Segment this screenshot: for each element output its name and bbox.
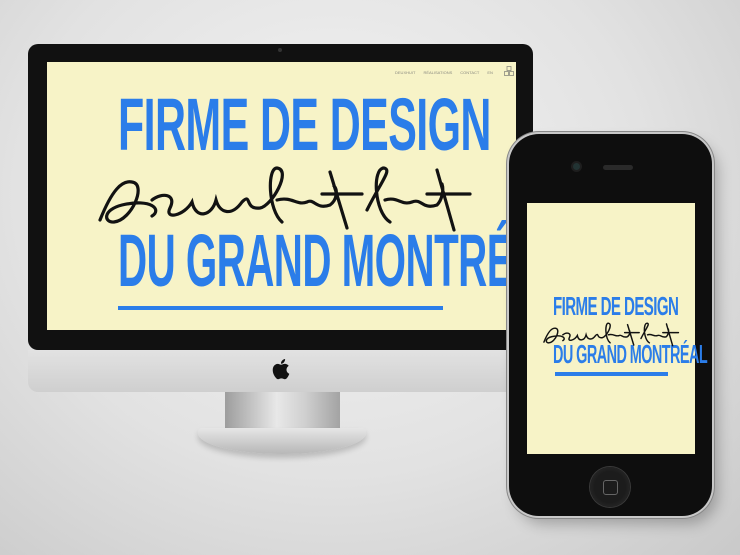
site-nav: DEUXHUIT RÉALISATIONS CONTACT EN: [395, 70, 493, 75]
mobile-script-logotype: [543, 322, 680, 347]
front-camera-icon: [573, 163, 580, 170]
apple-logo-icon: [272, 359, 290, 380]
nav-item-realisations[interactable]: RÉALISATIONS: [423, 70, 452, 75]
home-button-square-icon: [603, 480, 618, 495]
mobile-headline-rule: [555, 372, 668, 376]
nav-item-language[interactable]: EN: [487, 70, 493, 75]
imac-stand-neck: [225, 392, 340, 428]
headline-rule: [118, 306, 443, 310]
imac-stand-base: [198, 428, 366, 454]
nav-item-contact[interactable]: CONTACT: [460, 70, 479, 75]
script-logotype: [98, 166, 472, 232]
imac-camera-icon: [278, 48, 282, 52]
earpiece-speaker: [603, 165, 633, 170]
logo-icon[interactable]: [504, 66, 514, 76]
nav-item-home[interactable]: DEUXHUIT: [395, 70, 415, 75]
